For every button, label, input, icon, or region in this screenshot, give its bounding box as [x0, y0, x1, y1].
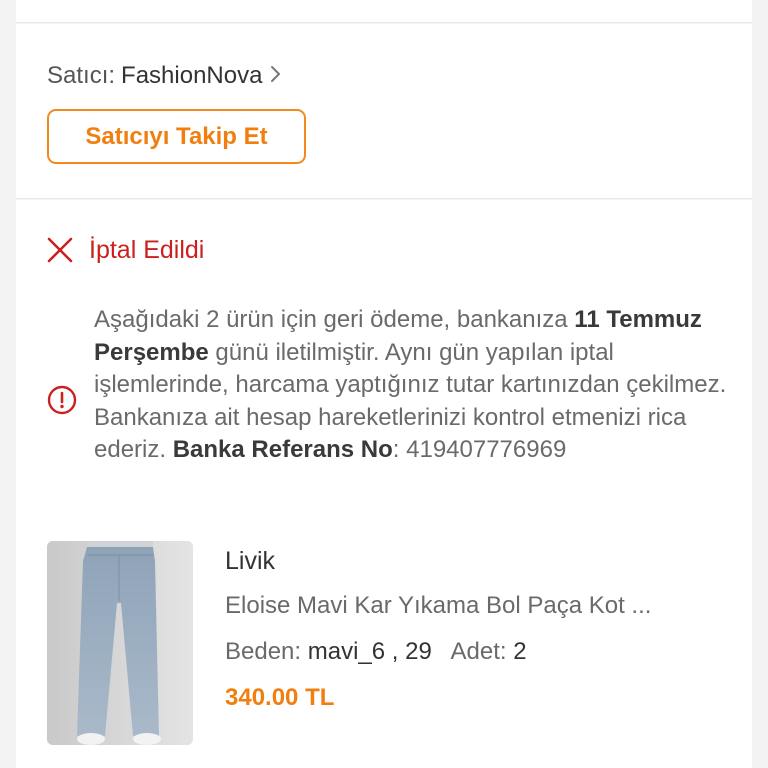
previous-card — [16, 0, 752, 23]
close-icon — [47, 237, 73, 263]
quantity-label: Adet: — [450, 638, 507, 665]
bank-reference-number: 419407776969 — [406, 436, 567, 463]
bank-reference-separator: : — [392, 436, 407, 463]
quantity-value: 2 — [513, 638, 527, 665]
seller-name: FashionNova — [121, 62, 263, 89]
size-value: mavi_6 , 29 — [307, 638, 432, 665]
product-brand: Livik — [225, 547, 276, 575]
refund-text-part1: Aşağıdaki 2 ürün için geri ödeme, bankan… — [94, 306, 575, 333]
status-label: İptal Edildi — [89, 236, 205, 264]
size-label: Beden: — [225, 638, 302, 665]
seller-link[interactable]: Satıcı: FashionNova — [47, 60, 282, 92]
refund-info-text: Aşağıdaki 2 ürün için geri ödeme, bankan… — [94, 304, 734, 467]
order-card: İptal Edildi Aşağıdaki 2 ürün için geri … — [16, 200, 752, 768]
product-title[interactable]: Eloise Mavi Kar Yıkama Bol Paça Kot ... — [225, 590, 715, 622]
order-status: İptal Edildi — [47, 234, 204, 266]
product-details: Beden: mavi_6 , 29 Adet: 2 — [225, 636, 527, 668]
chevron-right-icon — [270, 60, 282, 92]
product-image[interactable] — [47, 541, 193, 745]
follow-seller-button[interactable]: Satıcıyı Takip Et — [47, 109, 306, 164]
seller-label: Satıcı: — [47, 62, 116, 89]
info-icon — [47, 385, 77, 415]
bank-reference-label: Banka Referans No — [172, 436, 393, 463]
product-price: 340.00 TL — [225, 684, 335, 711]
seller-card: Satıcı: FashionNova Satıcıyı Takip Et — [16, 24, 752, 199]
